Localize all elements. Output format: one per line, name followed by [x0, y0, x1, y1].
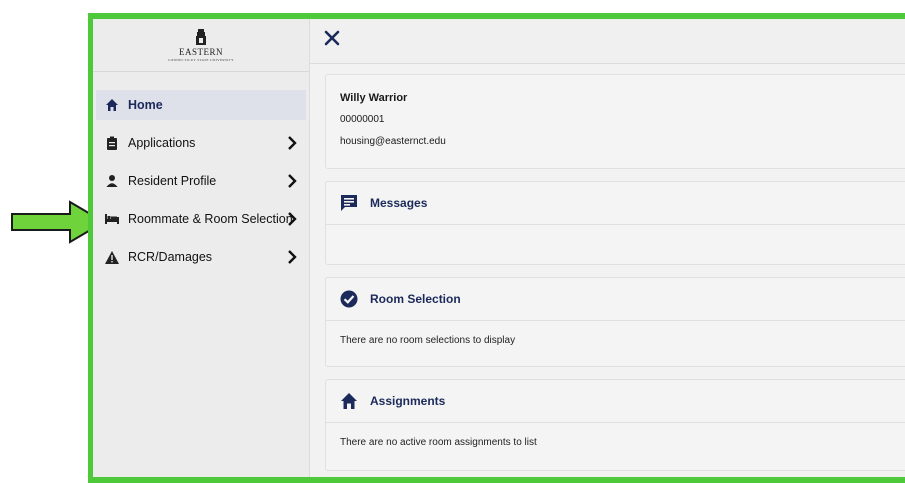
sidebar-item-label: Home: [128, 98, 163, 112]
section-title: Messages: [370, 196, 428, 210]
section-title: Assignments: [370, 394, 446, 408]
bed-icon: [105, 212, 119, 226]
sidebar-nav: Home Applications Resident Profile Roomm…: [93, 90, 309, 272]
messages-card: Messages: [325, 181, 905, 265]
room-selection-card: Room Selection There are no room selecti…: [325, 277, 905, 367]
logo-name: EASTERN: [179, 46, 223, 57]
person-icon: [105, 174, 119, 188]
sidebar-item-home[interactable]: Home: [96, 90, 306, 120]
profile-card: Willy Warrior 00000001 housing@easternct…: [325, 74, 905, 169]
student-name: Willy Warrior: [340, 92, 408, 104]
chevron-right-icon: [288, 136, 297, 150]
chevron-right-icon: [288, 250, 297, 264]
logo-subtitle: CONNECTICUT STATE UNIVERSITY: [168, 57, 234, 62]
clipboard-icon: [105, 136, 119, 150]
chevron-right-icon: [288, 212, 297, 226]
sidebar-item-label: Roommate & Room Selection: [128, 212, 293, 226]
section-title: Room Selection: [370, 292, 461, 306]
room-selection-body: There are no room selections to display: [340, 335, 516, 346]
sidebar-item-roommate-room-selection[interactable]: Roommate & Room Selection: [96, 204, 306, 234]
chevron-right-icon: [288, 174, 297, 188]
student-id: 00000001: [340, 114, 385, 125]
close-icon[interactable]: [324, 30, 340, 46]
student-email: housing@easternct.edu: [340, 136, 446, 147]
sidebar-item-label: RCR/Damages: [128, 250, 213, 264]
warning-icon: [105, 250, 119, 264]
university-logo[interactable]: EASTERN CONNECTICUT STATE UNIVERSITY: [93, 19, 309, 72]
messages-header[interactable]: Messages: [326, 182, 905, 225]
sidebar: EASTERN CONNECTICUT STATE UNIVERSITY Hom…: [93, 19, 310, 477]
app-window: EASTERN CONNECTICUT STATE UNIVERSITY Hom…: [93, 19, 905, 477]
home-icon: [105, 98, 119, 112]
sidebar-item-applications[interactable]: Applications: [96, 128, 306, 158]
sidebar-item-rcr-damages[interactable]: RCR/Damages: [96, 242, 306, 272]
messages-body: [326, 225, 905, 265]
tower-logo-icon: [196, 28, 206, 45]
home-icon: [341, 393, 357, 409]
message-icon: [341, 195, 357, 211]
sidebar-item-label: Applications: [128, 136, 196, 150]
assignments-header[interactable]: Assignments: [326, 380, 905, 423]
room-selection-header[interactable]: Room Selection: [326, 278, 905, 321]
check-circle-icon: [340, 290, 358, 308]
sidebar-item-label: Resident Profile: [128, 174, 217, 188]
top-bar: [310, 19, 905, 64]
sidebar-item-resident-profile[interactable]: Resident Profile: [96, 166, 306, 196]
assignments-body: There are no active room assignments to …: [340, 437, 537, 448]
assignments-card: Assignments There are no active room ass…: [325, 379, 905, 471]
